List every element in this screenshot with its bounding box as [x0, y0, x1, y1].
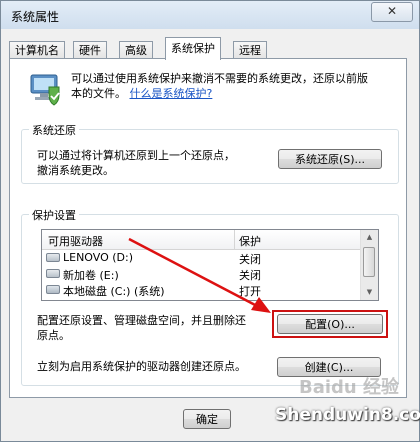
system-drive-icon — [46, 285, 60, 294]
drive-icon — [46, 253, 60, 262]
configure-description-line-1: 配置还原设置、管理磁盘空间，并且删除还 — [37, 314, 246, 327]
drive-row-c[interactable]: 本地磁盘 (C:) (系统) 打开 — [42, 282, 362, 298]
drive-protection-status: 打开 — [239, 285, 261, 298]
ok-button[interactable]: 确定 — [183, 409, 231, 429]
drives-list[interactable]: 可用驱动器 保护 LENOVO (D:) 关闭 新加卷 (E:) 关闭 本地磁盘… — [41, 229, 379, 301]
drive-icon — [46, 269, 60, 278]
system-restore-description: 可以通过将计算机还原到上一个还原点， 撤消系统更改。 — [37, 148, 235, 178]
system-properties-window: 系统属性 ✕ 计算机名 硬件 高级 系统保护 远程 可以通过使用系统保护来撤消不… — [0, 0, 420, 442]
drive-row-e[interactable]: 新加卷 (E:) 关闭 — [42, 266, 362, 282]
scroll-down-icon[interactable]: ▼ — [361, 285, 378, 300]
help-link[interactable]: 什么是系统保护? — [130, 87, 213, 100]
tab-system-protection[interactable]: 系统保护 — [165, 37, 221, 60]
drive-name: LENOVO (D:) — [63, 251, 134, 264]
create-description: 立刻为启用系统保护的驱动器创建还原点。 — [37, 360, 246, 373]
scrollbar-thumb[interactable] — [363, 247, 375, 277]
configure-description: 配置还原设置、管理磁盘空间，并且删除还 原点。 — [37, 313, 246, 343]
protection-settings-group-label: 保护设置 — [29, 207, 79, 223]
baidu-watermark: Baidu 经验 — [299, 373, 399, 399]
drives-list-header: 可用驱动器 保护 — [42, 230, 362, 250]
drive-protection-status: 关闭 — [239, 253, 261, 266]
close-button[interactable]: ✕ — [371, 2, 413, 22]
window-title: 系统属性 — [11, 10, 60, 24]
close-icon: ✕ — [386, 4, 398, 18]
intro-line-2: 本的文件。 — [71, 87, 126, 100]
tab-hardware[interactable]: 硬件 — [73, 41, 107, 59]
title-bar: 系统属性 ✕ — [1, 1, 419, 29]
system-restore-group-label: 系统还原 — [29, 122, 79, 138]
system-protection-icon — [30, 74, 60, 106]
drive-protection-status: 关闭 — [239, 269, 261, 282]
intro-line-1: 可以通过使用系统保护来撤消不需要的系统更改，还原以前版 — [71, 72, 368, 85]
intro-text: 可以通过使用系统保护来撤消不需要的系统更改，还原以前版 本的文件。 什么是系统保… — [71, 71, 401, 101]
system-restore-description-line-2: 撤消系统更改。 — [37, 164, 114, 177]
column-header-protection[interactable]: 保护 — [239, 233, 261, 249]
column-divider — [234, 230, 235, 249]
tab-computer-name[interactable]: 计算机名 — [9, 41, 65, 59]
site-watermark: Shenduwin8.com — [275, 405, 420, 425]
scroll-up-icon[interactable]: ▲ — [361, 230, 378, 245]
drive-name: 新加卷 (E:) — [63, 269, 119, 282]
jingyan-watermark-text: 经验 — [363, 377, 400, 398]
column-header-drives[interactable]: 可用驱动器 — [48, 233, 103, 249]
configure-highlight-box — [272, 310, 388, 338]
drive-name: 本地磁盘 (C:) (系统) — [63, 285, 165, 298]
tab-advanced[interactable]: 高级 — [119, 41, 153, 59]
system-restore-button[interactable]: 系统还原(S)... — [278, 149, 382, 169]
drive-row-d[interactable]: LENOVO (D:) 关闭 — [42, 250, 362, 266]
system-restore-description-line-1: 可以通过将计算机还原到上一个还原点， — [37, 149, 235, 162]
tab-remote[interactable]: 远程 — [233, 41, 267, 59]
baidu-watermark-text: Baidu — [299, 377, 357, 398]
drives-list-scrollbar[interactable]: ▲ ▼ — [360, 230, 378, 300]
configure-description-line-2: 原点。 — [37, 329, 70, 342]
